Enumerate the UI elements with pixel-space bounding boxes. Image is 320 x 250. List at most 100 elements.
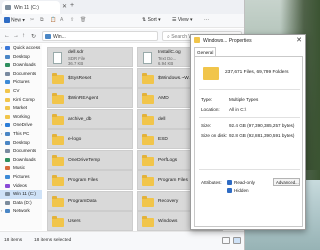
sidebar-item-label: Network: [13, 208, 30, 214]
sidebar-item[interactable]: Data (D:): [0, 199, 42, 208]
folder-icon: [142, 113, 154, 125]
file-tile[interactable]: $SysReset: [47, 67, 133, 88]
drive-icon: [5, 192, 10, 197]
size-value: 92.4 GB (97,390,385,257 bytes): [229, 123, 295, 128]
file-tile[interactable]: Program Files: [47, 170, 133, 190]
file-name: dell.sdr: [68, 50, 84, 55]
expand-chevron-icon[interactable]: ›: [1, 207, 2, 216]
sidebar-item-label: Pictures: [13, 79, 30, 85]
file-name: Users: [68, 219, 81, 224]
sidebar-item[interactable]: › OneDrive: [0, 121, 42, 130]
sidebar-item[interactable]: Desktop: [0, 53, 42, 62]
sidebar-item-label: Music: [13, 165, 25, 171]
file-tile[interactable]: archive_db: [47, 108, 133, 129]
delete-icon[interactable]: 🗑: [80, 17, 86, 23]
tab-general[interactable]: General: [194, 47, 216, 56]
advanced-button[interactable]: Advanced...: [273, 178, 300, 186]
sidebar-item[interactable]: Win 11 (C:): [0, 190, 42, 199]
folder-icon: [142, 93, 154, 104]
file-tile[interactable]: $WinREAgent: [47, 88, 133, 108]
file-name: $WinREAgent: [68, 96, 99, 101]
sidebar-item-label: Win 11 (C:): [13, 191, 36, 197]
tab-win11[interactable]: Win 11 (C:): [2, 1, 60, 14]
file-tile[interactable]: OneDriveTemp: [47, 149, 133, 170]
copy-icon[interactable]: ⧉: [40, 17, 44, 23]
sidebar-item[interactable]: CV: [0, 87, 42, 96]
sidebar-item[interactable]: Market: [0, 104, 42, 113]
sidebar-item-label: Working: [13, 113, 30, 119]
plus-circle-icon: [4, 17, 10, 23]
cut-icon[interactable]: ✂: [30, 17, 34, 23]
more-options-button[interactable]: ···: [204, 17, 209, 23]
video-icon: [5, 183, 10, 188]
sidebar-item[interactable]: Videos: [0, 182, 42, 191]
sidebar-item-label: This PC: [13, 130, 30, 136]
sidebar-item[interactable]: Kirri Comp: [0, 96, 42, 105]
sidebar-item[interactable]: › Network: [0, 207, 42, 216]
tiles-view-icon[interactable]: [233, 237, 241, 244]
computer-icon: [45, 34, 51, 39]
folder-icon: [142, 216, 154, 227]
computer-icon: [5, 131, 10, 136]
details-view-icon[interactable]: [222, 237, 230, 244]
title-bar: Win 11 (C:) ✕ +: [0, 0, 244, 14]
sidebar-item[interactable]: Pictures: [0, 173, 42, 182]
folder-icon: [52, 175, 64, 186]
divider: [199, 117, 300, 118]
sidebar-item-label: Kirri Comp: [13, 96, 35, 102]
expand-chevron-icon[interactable]: ›: [1, 121, 2, 130]
readonly-checkbox[interactable]: [227, 180, 232, 185]
file-name: dell: [158, 116, 166, 122]
sidebar-item[interactable]: Documents: [0, 70, 42, 79]
file-name: archive_db: [68, 116, 92, 122]
file-tile[interactable]: e-logo: [47, 129, 133, 149]
view-button[interactable]: ☰ View ▾: [172, 17, 193, 23]
sidebar-item[interactable]: Working: [0, 113, 42, 122]
folder-icon: [52, 216, 64, 227]
file-name: OneDriveTemp: [68, 157, 100, 163]
sidebar-item-label: Videos: [13, 182, 27, 188]
file-tile[interactable]: Users: [47, 211, 133, 231]
expand-chevron-icon[interactable]: ›: [1, 44, 2, 53]
sidebar-item[interactable]: Downloads: [0, 156, 42, 165]
sidebar-item-label: CV: [13, 87, 20, 93]
sidebar-item[interactable]: Music: [0, 164, 42, 173]
sidebar-item[interactable]: Documents: [0, 147, 42, 156]
sidebar-item-label: Quick access: [13, 45, 41, 50]
file-name: Program Files: [158, 178, 188, 183]
document-icon: [5, 71, 10, 76]
rename-icon[interactable]: A: [60, 17, 63, 23]
star-icon: [5, 46, 10, 50]
sidebar-item[interactable]: › Quick access: [0, 44, 42, 53]
sidebar-item[interactable]: Pictures: [0, 78, 42, 87]
picture-icon: [5, 80, 10, 85]
location-label: Location:: [201, 107, 220, 112]
hidden-checkbox[interactable]: [227, 188, 232, 193]
file-name: $SysReset: [68, 75, 92, 81]
sidebar-item[interactable]: Desktop: [0, 139, 42, 148]
share-icon[interactable]: ⇪: [70, 17, 74, 23]
new-button[interactable]: New ▾: [4, 17, 25, 23]
close-icon[interactable]: ✕: [296, 36, 302, 44]
new-tab-icon[interactable]: +: [70, 2, 74, 9]
file-icon: [143, 52, 152, 64]
sort-button[interactable]: ⇅ Sort ▾: [142, 17, 161, 23]
back-icon[interactable]: ←: [4, 33, 10, 39]
address-bar[interactable]: Win...: [42, 31, 158, 41]
refresh-icon[interactable]: ↻: [31, 33, 36, 40]
close-tab-icon[interactable]: ✕: [62, 3, 67, 10]
properties-dialog: Windows... Properties ✕ General 237,671 …: [190, 34, 306, 230]
file-tile[interactable]: ProgramData: [47, 190, 133, 211]
file-tile[interactable]: dell.sdr SDR File 36.7 KB: [47, 47, 133, 67]
hidden-label: Hidden: [234, 188, 249, 193]
view-label: View: [177, 17, 189, 23]
size-label: Size:: [201, 123, 212, 128]
folder-icon: [142, 175, 154, 186]
up-icon[interactable]: ↑: [22, 33, 25, 39]
forward-icon[interactable]: →: [13, 33, 19, 39]
sidebar-item[interactable]: › This PC: [0, 130, 42, 139]
expand-chevron-icon[interactable]: ›: [1, 130, 2, 139]
folder-icon: [5, 88, 10, 93]
sidebar-item[interactable]: Downloads: [0, 61, 42, 70]
paste-icon[interactable]: 📋: [50, 17, 56, 23]
